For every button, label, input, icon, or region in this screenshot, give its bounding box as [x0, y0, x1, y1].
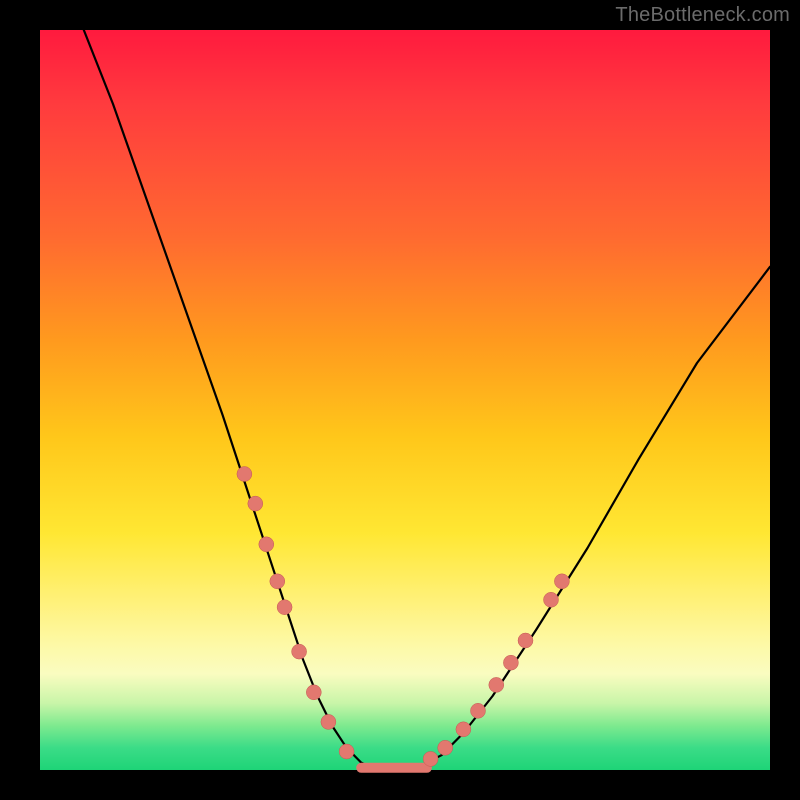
curve-dot	[237, 467, 252, 482]
curve-dot	[270, 574, 285, 589]
chart-svg	[40, 30, 770, 770]
curve-dot	[456, 722, 471, 737]
curve-dots-left	[237, 467, 354, 760]
curve-dot	[544, 592, 559, 607]
curve-dot	[248, 496, 263, 511]
curve-dot	[471, 703, 486, 718]
curve-dots-right	[423, 574, 569, 767]
curve-dot	[438, 740, 453, 755]
curve-dot	[259, 537, 274, 552]
curve-dot	[423, 751, 438, 766]
curve-dot	[277, 600, 292, 615]
chart-frame: TheBottleneck.com	[0, 0, 800, 800]
curve-dot	[292, 644, 307, 659]
curve-dot	[554, 574, 569, 589]
curve-dot	[339, 744, 354, 759]
curve-dot	[321, 714, 336, 729]
plot-area	[40, 30, 770, 770]
watermark-text: TheBottleneck.com	[615, 4, 790, 27]
curve-dot	[489, 677, 504, 692]
curve-dot	[518, 633, 533, 648]
curve-dot	[503, 655, 518, 670]
curve-dot	[306, 685, 321, 700]
bottleneck-curve	[84, 30, 770, 770]
